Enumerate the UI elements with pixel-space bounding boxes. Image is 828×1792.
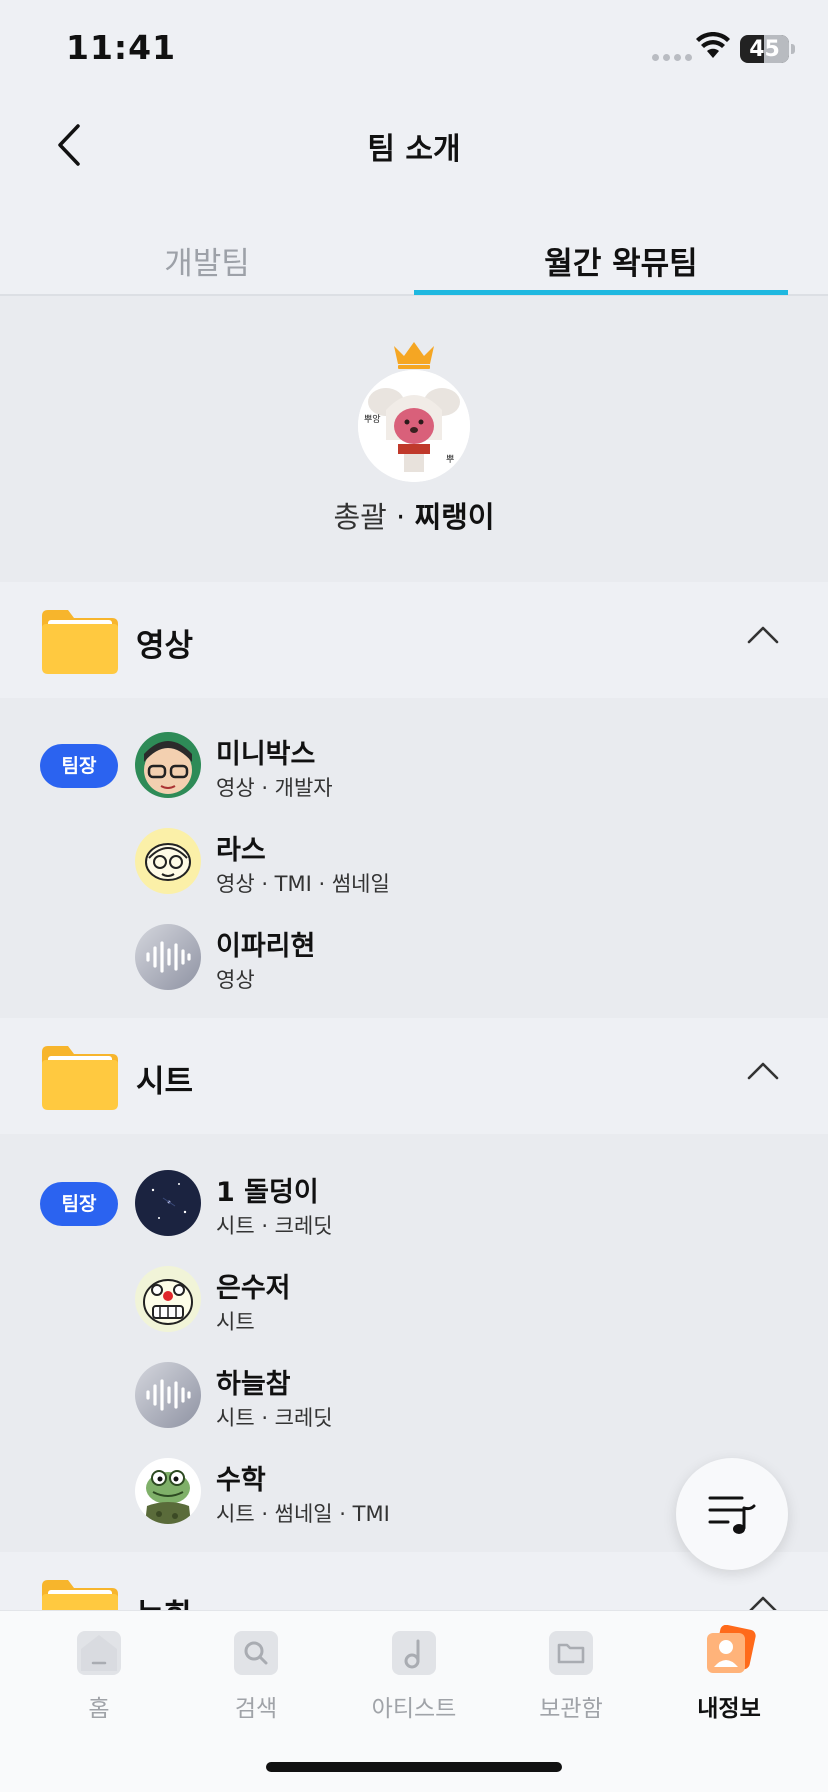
list-item[interactable]: 하늘참 시트 · 크레딧: [0, 1358, 828, 1454]
leader-avatar[interactable]: 뿌앙 뿌: [358, 370, 470, 482]
member-roles: 영상: [216, 968, 255, 992]
folder-icon: [42, 1046, 118, 1110]
folder-icon: [42, 610, 118, 674]
member-name: 라스: [216, 835, 266, 866]
tab-label: 홈: [88, 1696, 110, 1722]
leader-name: 찌랭이: [414, 500, 495, 534]
status-time: 11:41: [66, 28, 177, 67]
category-name: 영상: [136, 628, 194, 664]
tab-label: 검색: [234, 1696, 278, 1722]
member-list-video: 팀장 미니박스 영상 · 개발자 라스 영상 · TMI · 썸네일 이파리현 …: [0, 698, 828, 1018]
member-roles: 시트: [216, 1310, 255, 1334]
member-roles: 영상 · TMI · 썸네일: [216, 872, 390, 896]
home-icon: [77, 1631, 121, 1675]
member-roles: 시트 · 크레딧: [216, 1406, 333, 1430]
avatar: [135, 1458, 201, 1524]
profile-icon: [707, 1625, 756, 1675]
avatar: [135, 924, 201, 990]
tab-home[interactable]: 홈: [39, 1625, 159, 1723]
leader-label: 총괄 · 찌랭이: [0, 494, 828, 536]
battery-level: 45: [749, 37, 780, 62]
avatar: [135, 732, 201, 798]
member-roles: 영상 · 개발자: [216, 776, 333, 800]
leader-badge: 팀장: [40, 744, 118, 788]
battery-icon: 45: [740, 35, 789, 63]
list-item[interactable]: 팀장 1 돌덩이 시트 · 크레딧: [0, 1166, 828, 1262]
tab-label: 아티스트: [371, 1696, 457, 1722]
chevron-up-icon[interactable]: [746, 624, 780, 646]
leader-badge: 팀장: [40, 1182, 118, 1226]
avatar: [135, 828, 201, 894]
category-sheet[interactable]: 시트: [0, 1018, 828, 1134]
status-bar: 11:41 45: [0, 0, 828, 100]
member-name: 하늘참: [216, 1369, 291, 1400]
svg-text:뿌앙: 뿌앙: [364, 413, 381, 425]
wifi-icon: [696, 32, 730, 58]
tab-label: 내정보: [697, 1696, 761, 1722]
team-tabs: 개발팀 월간 왁뮤팀: [0, 200, 828, 296]
cellular-signal-icon: [652, 54, 692, 61]
avatar: [135, 1266, 201, 1332]
member-name: 미니박스: [216, 739, 316, 770]
playlist-icon: [708, 1496, 756, 1534]
page-title: 팀 소개: [367, 132, 461, 167]
chevron-up-icon[interactable]: [746, 1060, 780, 1082]
member-name: 이파리현: [216, 931, 316, 962]
tab-artist[interactable]: 아티스트: [354, 1625, 474, 1723]
avatar: [135, 1362, 201, 1428]
active-tab-indicator: [414, 290, 788, 295]
crown-icon: [394, 342, 434, 369]
tab-dev-team[interactable]: 개발팀: [0, 238, 414, 283]
svg-text:뿌: 뿌: [446, 454, 454, 465]
list-item[interactable]: 팀장 미니박스 영상 · 개발자: [0, 728, 828, 824]
artist-icon: [392, 1631, 436, 1675]
member-name: 은수저: [216, 1273, 291, 1304]
leader-role: 총괄: [333, 500, 387, 534]
list-item[interactable]: 이파리현 영상: [0, 920, 828, 1016]
list-item[interactable]: 은수저 시트: [0, 1262, 828, 1358]
tab-label: 보관함: [539, 1696, 603, 1722]
folder-icon: [549, 1631, 593, 1675]
tab-search[interactable]: 검색: [196, 1625, 316, 1723]
header: 팀 소개: [0, 100, 828, 200]
playlist-button[interactable]: [676, 1458, 788, 1570]
list-item[interactable]: 라스 영상 · TMI · 썸네일: [0, 824, 828, 920]
category-video[interactable]: 영상: [0, 582, 828, 698]
member-name: 수학: [216, 1465, 266, 1496]
search-icon: [234, 1631, 278, 1675]
tab-library[interactable]: 보관함: [511, 1625, 631, 1723]
leader-section: 뿌앙 뿌 총괄 · 찌랭이: [0, 296, 828, 582]
member-roles: 시트 · 크레딧: [216, 1214, 333, 1238]
leader-separator: ·: [396, 500, 406, 534]
category-name: 시트: [136, 1064, 194, 1100]
home-indicator: [266, 1762, 562, 1772]
member-name: 1 돌덩이: [216, 1177, 319, 1208]
tab-music-team[interactable]: 월간 왁뮤팀: [414, 238, 828, 283]
tab-my-info[interactable]: 내정보: [669, 1625, 789, 1723]
avatar: [135, 1170, 201, 1236]
member-roles: 시트 · 썸네일 · TMI: [216, 1502, 390, 1526]
